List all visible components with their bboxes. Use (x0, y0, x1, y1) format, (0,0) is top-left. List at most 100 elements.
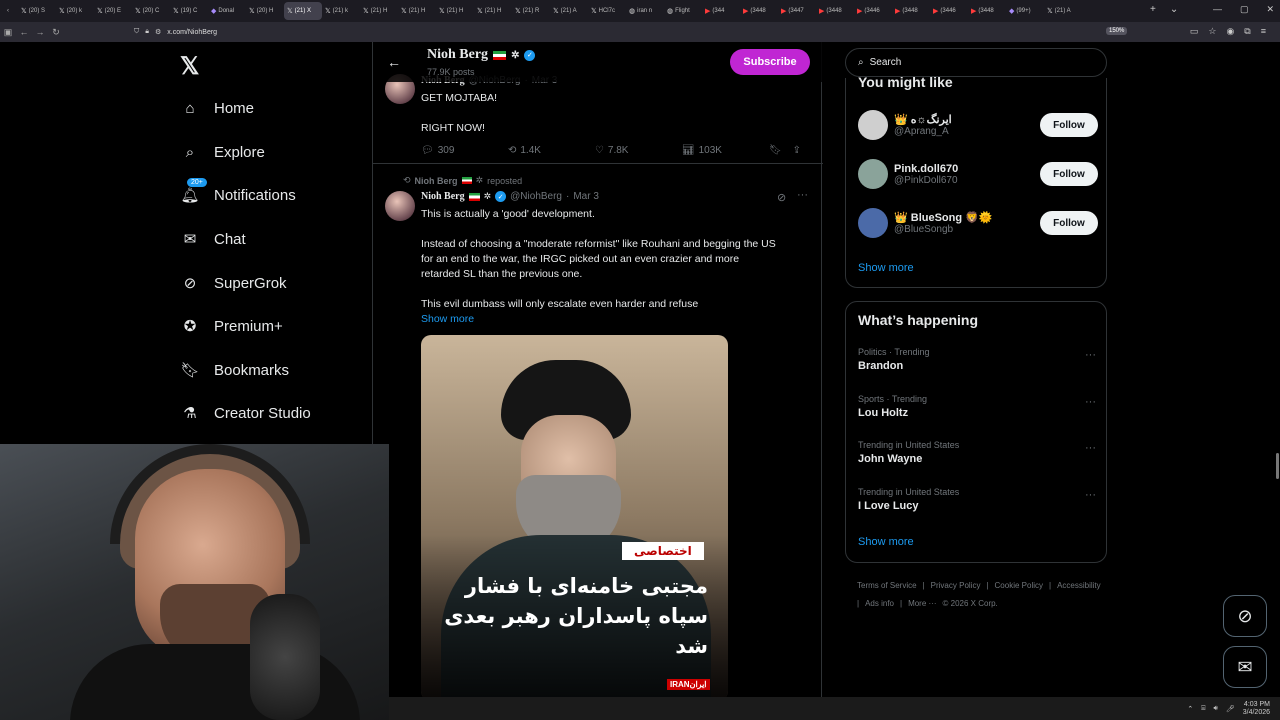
show-more-link[interactable]: Show more (858, 536, 914, 548)
close-icon[interactable]: ✕ (1266, 4, 1274, 15)
browser-tab[interactable]: ▶ (3448 (740, 2, 778, 20)
suggested-user[interactable]: 👑 ایرنگ☼ه @Aprang_A Follow (858, 108, 1098, 142)
browser-tab[interactable]: 𝕏 (21) A (550, 2, 588, 20)
author-name[interactable]: Nioh Berg (421, 191, 465, 202)
browser-tab[interactable]: ◆ Donal (208, 2, 246, 20)
more-options-icon[interactable]: ··· (1085, 396, 1096, 408)
more-options-icon[interactable]: ··· (1085, 349, 1096, 361)
star-icon[interactable]: ☆ (1208, 26, 1216, 37)
browser-tab[interactable]: ◆ (99+) (1006, 2, 1044, 20)
browser-tab[interactable]: 𝕏 (21) k (322, 2, 360, 20)
footer-link[interactable]: Ads info (865, 599, 894, 608)
tweet-date[interactable]: Mar 3 (573, 191, 599, 202)
search-input[interactable]: ⌕ Search (845, 48, 1107, 77)
nav-item-supergrok[interactable]: ⊘ SuperGrok (180, 269, 287, 297)
browser-tab[interactable]: ▶ (344 (702, 2, 740, 20)
browser-tab[interactable]: ▶ (3448 (816, 2, 854, 20)
reply-button[interactable]: 💬︎ 309 (421, 145, 508, 156)
avatar[interactable] (858, 110, 888, 140)
more-options-icon[interactable]: ··· (797, 189, 808, 201)
views-button[interactable]: 📊︎ 103K (682, 145, 769, 156)
minimize-icon[interactable]: — (1213, 4, 1222, 15)
browser-tab[interactable]: ▶ (3446 (930, 2, 968, 20)
trend-item[interactable]: Sports · Trending Lou Holtz ··· (858, 394, 1096, 419)
browser-tab[interactable]: ▶ (3448 (892, 2, 930, 20)
volume-icon[interactable]: 🔊︎ (1213, 705, 1217, 713)
browser-tab[interactable]: ▶ (3446 (854, 2, 892, 20)
footer-link[interactable]: Privacy Policy (931, 581, 981, 590)
trend-item[interactable]: Politics · Trending Brandon ··· (858, 347, 1096, 372)
browser-tab[interactable]: ▶ (3448 (968, 2, 1006, 20)
avatar[interactable] (858, 159, 888, 189)
grok-icon[interactable]: ⊘ (777, 191, 786, 204)
tray-arrow-icon[interactable]: ⌃ (1187, 705, 1193, 713)
extensions-icon[interactable]: ⧉ (1244, 26, 1250, 37)
suggested-user[interactable]: 👑 BlueSong 🦁🌞 @BlueSongb Follow (858, 206, 1098, 240)
more-options-icon[interactable]: ··· (1085, 442, 1096, 454)
more-options-icon[interactable]: ··· (1085, 489, 1096, 501)
nav-item-explore[interactable]: ⌕ Explore (180, 138, 265, 166)
tweet[interactable]: ⟲ Nioh Berg ✲ reposted Nioh Berg ✲ ✓ @Ni… (373, 165, 823, 702)
mic-tray-icon[interactable]: 🎤︎ (1226, 705, 1235, 713)
trend-item[interactable]: Trending in United States John Wayne ··· (858, 440, 1096, 465)
footer-link[interactable]: Accessibility (1057, 581, 1101, 590)
nav-item-creator-studio[interactable]: ⚗ Creator Studio (180, 399, 310, 427)
system-clock[interactable]: 4:03 PM 3/4/2026 (1243, 701, 1270, 717)
account-icon[interactable]: ◉ (1226, 26, 1234, 37)
nav-item-premium[interactable]: ✪ Premium+ (180, 312, 283, 340)
author-handle[interactable]: @NiohBerg (510, 191, 562, 202)
menu-icon[interactable]: ≡ (1261, 26, 1266, 37)
browser-tab[interactable]: 𝕏 HCl7c (588, 2, 626, 20)
nav-item-chat[interactable]: ✉ Chat (180, 225, 246, 253)
share-button[interactable]: ⇪ (793, 145, 801, 156)
x-logo-icon[interactable]: 𝕏 (180, 52, 199, 81)
browser-tab[interactable]: 𝕏 (21) H (436, 2, 474, 20)
show-more-link[interactable]: Show more (858, 262, 914, 274)
network-icon[interactable]: ⌸ (1201, 705, 1205, 713)
avatar[interactable] (385, 191, 415, 221)
reader-icon[interactable]: ▭ (1190, 26, 1199, 37)
grok-fab-button[interactable]: ⊘ (1223, 595, 1267, 637)
forward-icon[interactable]: → (32, 27, 48, 37)
bookmark-button[interactable]: 🔖︎ (769, 145, 793, 156)
follow-button[interactable]: Follow (1040, 211, 1098, 235)
repost-button[interactable]: ⟲ 1.4K (508, 145, 595, 156)
tweet-image[interactable]: اختصاصی مجتبی خامنه‌ای با فشار سپاه پاسد… (421, 335, 728, 701)
footer-link[interactable]: Terms of Service (857, 581, 917, 590)
zoom-level[interactable]: 150% (1106, 27, 1128, 35)
subscribe-button[interactable]: Subscribe (730, 49, 810, 75)
follow-button[interactable]: Follow (1040, 162, 1098, 186)
reload-icon[interactable]: ↻ (48, 27, 64, 38)
reposter-name[interactable]: Nioh Berg (415, 176, 458, 186)
trend-item[interactable]: Trending in United States I Love Lucy ··· (858, 487, 1096, 512)
browser-tab[interactable]: 𝕏 (20) k (56, 2, 94, 20)
browser-tab[interactable]: 𝕏 (20) E (94, 2, 132, 20)
back-arrow-icon[interactable]: ← (387, 54, 401, 70)
browser-tab[interactable]: 𝕏 (20) H (246, 2, 284, 20)
browser-tab[interactable]: 𝕏 (21) A (1044, 2, 1082, 20)
tab-list-icon[interactable]: ‹ (4, 2, 18, 20)
browser-tab[interactable]: 𝕏 (20) S (18, 2, 56, 20)
browser-tab[interactable]: ◍ iran n (626, 2, 664, 20)
sidebar-toggle-icon[interactable]: ▣ (0, 27, 16, 38)
nav-item-notifications[interactable]: 🔔︎ 20+ Notifications (180, 177, 296, 209)
browser-tab[interactable]: 𝕏 (19) C (170, 2, 208, 20)
footer-link[interactable]: More ··· (908, 599, 936, 608)
footer-link[interactable]: Cookie Policy (995, 581, 1043, 590)
browser-tab[interactable]: ▶ (3447 (778, 2, 816, 20)
browser-tab[interactable]: 𝕏 (21) H (398, 2, 436, 20)
nav-item-home[interactable]: ⌂ Home (180, 94, 254, 122)
nav-item-bookmarks[interactable]: 🔖︎ Bookmarks (180, 356, 289, 384)
follow-button[interactable]: Follow (1040, 113, 1098, 137)
like-button[interactable]: ♡ 7.8K (595, 145, 682, 156)
show-more-link[interactable]: Show more (421, 312, 474, 327)
browser-tab[interactable]: 𝕏 (21) R (512, 2, 550, 20)
tweet[interactable]: Nioh Berg @NiohBerg · Mar 3 GET MOJTABA!… (373, 72, 823, 164)
browser-tab[interactable]: ◍ Flight (664, 2, 702, 20)
page-scrollbar[interactable] (1276, 453, 1279, 479)
browser-tab[interactable]: 𝕏 (20) C (132, 2, 170, 20)
new-tab-icon[interactable]: + (1150, 4, 1156, 15)
tab-overflow-icon[interactable]: ⌄ (1170, 4, 1178, 15)
suggested-user[interactable]: Pink.doll670 @PinkDoll670 Follow (858, 157, 1098, 191)
messages-fab-button[interactable]: ✉ (1223, 646, 1267, 688)
